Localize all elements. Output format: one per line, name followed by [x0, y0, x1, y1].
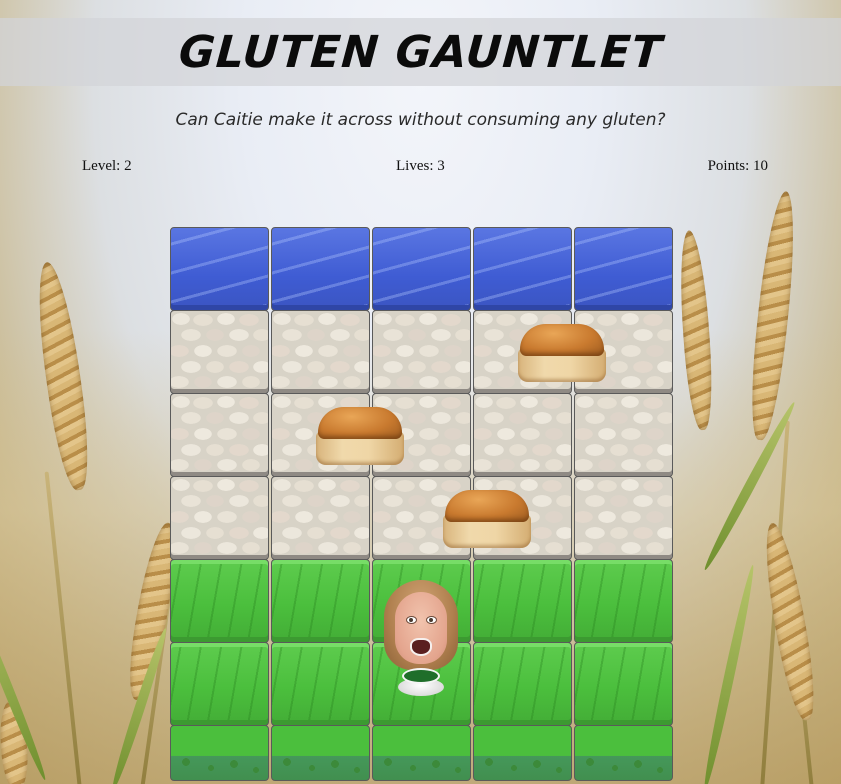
points-counter: Points: 10: [707, 158, 768, 174]
player-face: [395, 592, 447, 664]
tile-grass-edge: [170, 725, 269, 781]
tile-stone: [170, 310, 269, 394]
tile-water: [271, 227, 370, 311]
tile-stone: [170, 476, 269, 560]
tile-stone: [271, 476, 370, 560]
game-title: Gluten Gauntlet: [176, 26, 665, 78]
player-eye: [426, 616, 437, 624]
tile-stone: [574, 476, 673, 560]
tile-grass: [574, 642, 673, 726]
player-collar: [402, 668, 440, 684]
tile-water: [170, 227, 269, 311]
tile-stone: [271, 310, 370, 394]
bread-crust-top: [444, 490, 529, 522]
bread-crust-top: [520, 324, 605, 356]
game-board[interactable]: [170, 227, 675, 781]
lives-counter: Lives: 3: [396, 158, 445, 174]
tile-grass: [170, 642, 269, 726]
tile-water: [574, 227, 673, 311]
game-subtitle: Can Caitie make it across without consum…: [175, 110, 666, 130]
player-eye: [406, 616, 417, 624]
tile-grass: [271, 642, 370, 726]
player-caitie[interactable]: [382, 580, 460, 698]
bread-crust-top: [318, 407, 403, 439]
tile-grass-edge: [473, 725, 572, 781]
tile-stone: [170, 393, 269, 477]
tile-stone: [473, 393, 572, 477]
tile-grass: [574, 559, 673, 643]
tile-grass-edge: [574, 725, 673, 781]
tile-grass: [170, 559, 269, 643]
bread-loaf-enemy: [518, 324, 607, 382]
tile-grass-edge: [372, 725, 471, 781]
tile-grass: [473, 559, 572, 643]
tile-grass: [473, 642, 572, 726]
tile-stone: [372, 310, 471, 394]
bread-loaf-enemy: [316, 407, 405, 465]
player-mouth: [410, 638, 432, 656]
bread-loaf-enemy: [442, 490, 531, 548]
title-bar: Gluten Gauntlet: [0, 18, 841, 86]
tile-stone: [574, 393, 673, 477]
tile-water: [473, 227, 572, 311]
tile-grass: [271, 559, 370, 643]
tile-water: [372, 227, 471, 311]
level-counter: Level: 2: [82, 158, 132, 174]
tile-grass-edge: [271, 725, 370, 781]
